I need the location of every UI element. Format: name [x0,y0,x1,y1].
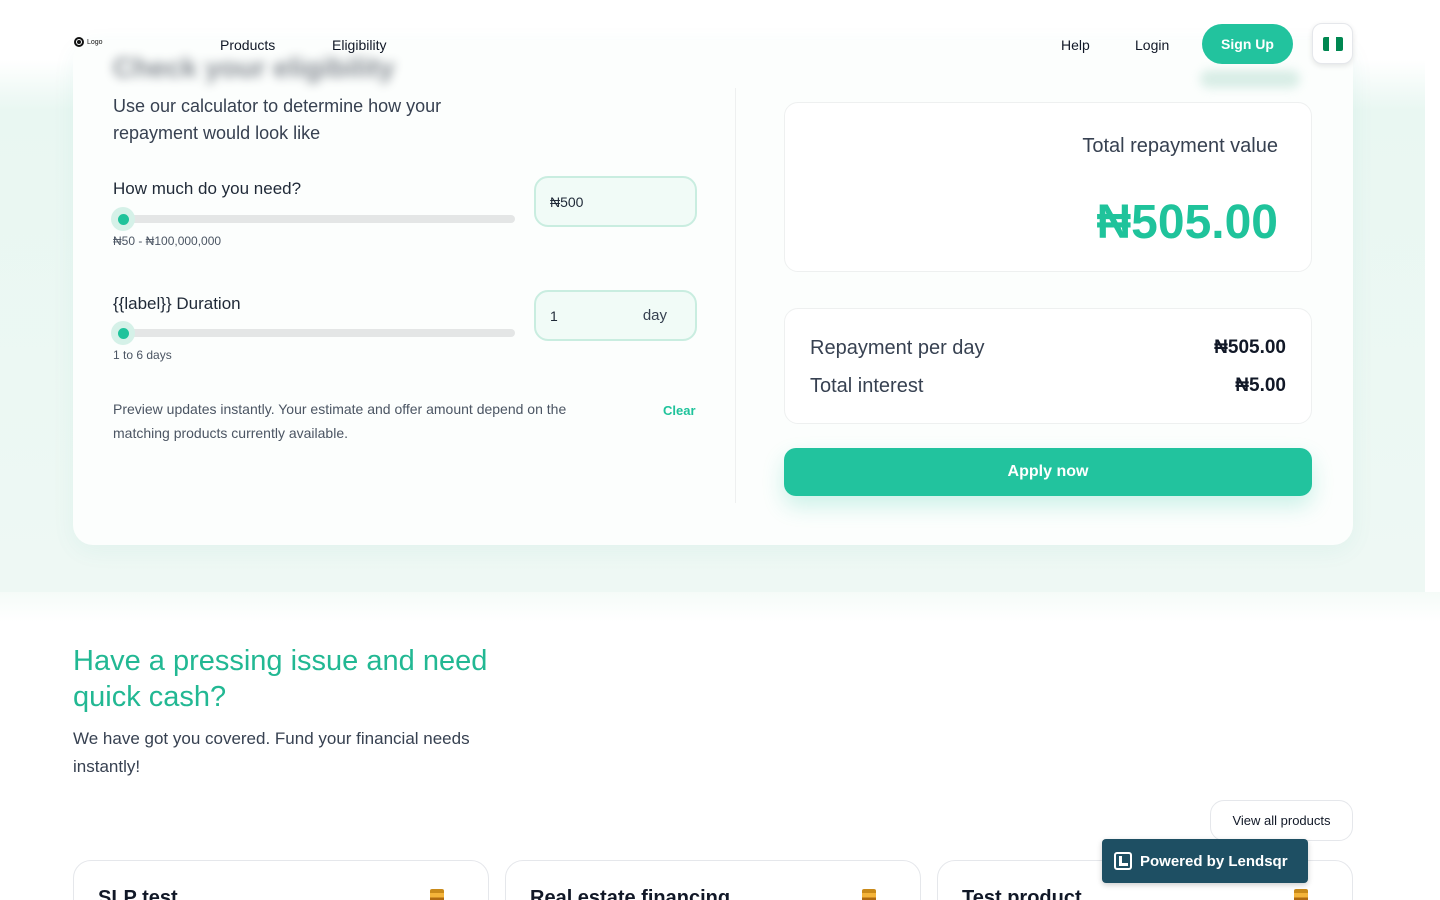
powered-by-lendsqr-badge[interactable]: Powered by Lendsqr [1102,839,1308,883]
breakdown-label: Repayment per day [810,337,985,359]
duration-slider-thumb[interactable] [111,321,135,345]
coins-icon [862,889,876,900]
amount-input[interactable]: ₦500 [534,176,697,227]
sign-up-button[interactable]: Sign Up [1202,24,1293,64]
coins-icon [430,889,444,900]
top-nav: Logo Products Eligibility Help Login Sig… [0,0,1440,88]
total-repayment-value: ₦505.00 [1096,196,1278,249]
promo-subtitle: We have got you covered. Fund your finan… [73,729,470,776]
product-card[interactable]: SLP test [73,860,489,900]
coins-icon [1294,889,1308,900]
amount-input-value: ₦500 [550,193,584,210]
duration-unit: day [642,307,667,324]
powered-by-text: Powered by Lendsqr [1140,852,1288,870]
duration-slider-track[interactable] [120,329,515,337]
promo-title: Have a pressing issue and need quick cas… [73,645,488,713]
amount-slider-thumb[interactable] [111,207,135,231]
duration-input[interactable]: 1 day [534,290,697,341]
nav-eligibility[interactable]: Eligibility [332,37,386,53]
calculator-intro: Use our calculator to determine how your… [113,96,442,143]
duration-range: 1 to 6 days [113,348,172,362]
duration-input-value: 1 [550,307,558,324]
breakdown-row: Total interest ₦5.00 [810,375,1286,398]
duration-label: {{label}} Duration [113,294,241,313]
breakdown-row: Repayment per day ₦505.00 [810,337,1286,360]
amount-slider-track[interactable] [120,215,515,223]
logo[interactable]: Logo [74,37,103,47]
logo-icon [74,37,84,47]
view-all-products-button[interactable]: View all products [1210,800,1353,841]
logo-text: Logo [87,38,103,46]
nav-help[interactable]: Help [1061,37,1090,53]
lendsqr-icon [1114,852,1132,870]
hero-fade [0,592,1440,622]
breakdown-value: ₦5.00 [1235,375,1286,396]
calculator-note: Preview updates instantly. Your estimate… [113,401,567,441]
product-name: Test product [962,887,1082,900]
nigeria-flag-icon [1322,36,1343,51]
amount-range: ₦50 - ₦100,000,000 [113,234,222,248]
product-name: SLP test [98,887,178,900]
card-divider [735,88,736,503]
product-card[interactable]: Real estate financing [505,860,921,900]
nav-login[interactable]: Login [1135,37,1169,53]
total-repayment-card: Total repayment value ₦505.00 [784,102,1312,272]
product-name: Real estate financing [530,887,731,900]
amount-label: How much do you need? [113,179,302,198]
total-repayment-label: Total repayment value [1082,135,1278,157]
country-selector[interactable] [1312,23,1353,64]
breakdown-value: ₦505.00 [1214,337,1286,358]
clear-button[interactable]: Clear [663,403,696,418]
nav-products[interactable]: Products [220,37,275,53]
repayment-breakdown: Repayment per day ₦505.00 Total interest… [784,308,1312,424]
breakdown-label: Total interest [810,375,924,397]
apply-now-button[interactable]: Apply now [784,448,1312,496]
